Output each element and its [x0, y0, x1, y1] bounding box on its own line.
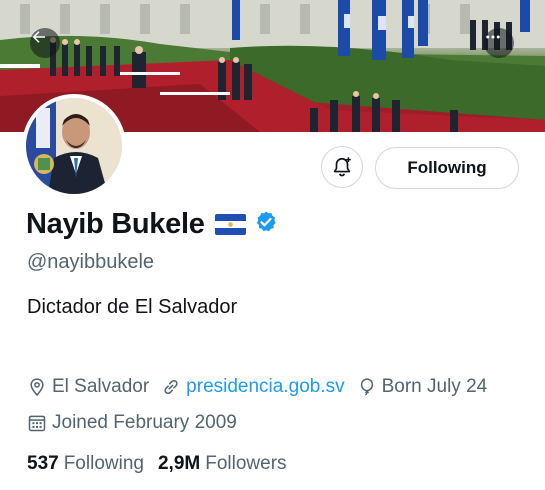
- follow-counts: 537 Following 2,9M Followers: [27, 453, 301, 475]
- joined-text: Joined February 2009: [52, 412, 237, 433]
- link-icon: [164, 379, 178, 395]
- notifications-button[interactable]: [321, 146, 363, 188]
- profile-meta: El Salvador presidencia.gob.sv Born July…: [27, 376, 499, 398]
- profile-bio: Dictador de El Salvador: [27, 296, 238, 318]
- following-button[interactable]: Following: [375, 147, 519, 189]
- profile-avatar[interactable]: [22, 94, 126, 198]
- more-button[interactable]: [484, 28, 514, 58]
- following-count: 537: [27, 453, 59, 474]
- location-item: El Salvador: [27, 376, 149, 398]
- followers-count: 2,9M: [157, 453, 201, 474]
- arrow-left-icon: [32, 31, 45, 43]
- profile-handle: @nayibbukele: [27, 251, 155, 273]
- bell-plus-icon: [333, 157, 351, 177]
- followers-label: Followers: [205, 453, 287, 474]
- el-salvador-flag-icon: [214, 214, 246, 235]
- joined-item: Joined February 2009: [27, 412, 237, 434]
- followers-count-link[interactable]: 2,9M Followers: [158, 453, 287, 475]
- website-item[interactable]: presidencia.gob.sv: [161, 376, 345, 398]
- avatar-photo: [26, 98, 122, 194]
- verified-badge-icon: [254, 210, 278, 239]
- following-label: Following: [63, 453, 144, 474]
- location-text: El Salvador: [52, 376, 150, 397]
- balloon-icon: [360, 378, 373, 396]
- back-button[interactable]: [30, 28, 60, 58]
- following-count-link[interactable]: 537 Following: [27, 453, 144, 475]
- website-link[interactable]: presidencia.gob.sv: [186, 376, 344, 398]
- birthday-text: Born July 24: [381, 376, 488, 397]
- profile-meta-joined: Joined February 2009: [27, 412, 249, 434]
- more-horizontal-icon: [486, 35, 500, 39]
- display-name: Nayib Bukele: [26, 208, 205, 240]
- calendar-icon: [28, 415, 46, 432]
- map-pin-icon: [30, 378, 44, 396]
- birthday-item: Born July 24: [357, 376, 488, 398]
- profile-name-row: Nayib Bukele: [26, 208, 278, 241]
